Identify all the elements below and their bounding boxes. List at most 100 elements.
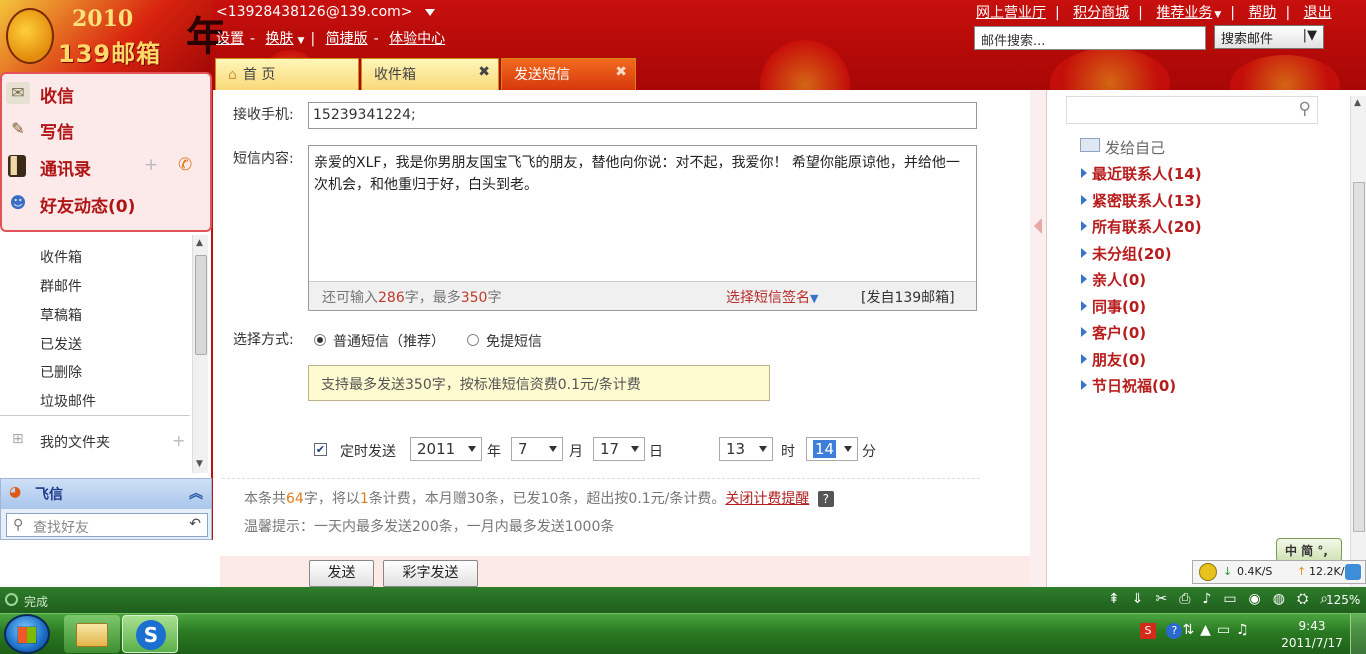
mail-search-input[interactable]: 邮件搜索...	[974, 26, 1206, 50]
free-sms-radio[interactable]	[467, 334, 479, 346]
contact-group-ungrouped[interactable]: 未分组(20)	[1081, 243, 1172, 264]
contact-group-clients[interactable]: 客户(0)	[1080, 322, 1146, 343]
zoom-level[interactable]: 125%	[1326, 593, 1360, 607]
folder-spam[interactable]: 垃圾邮件	[40, 391, 96, 411]
feixin-header[interactable]: ◕ 飞信 ︽	[1, 479, 211, 509]
sms-content-textarea[interactable]: 亲爱的XLF，我是你男朋友国宝飞飞的朋友，替他向你说：对不起，我爱你！ 希望你能…	[308, 145, 977, 311]
help-icon[interactable]: ?	[817, 491, 834, 507]
close-billing-reminder-link[interactable]: 关闭计费提醒	[725, 491, 809, 507]
contact-search-input[interactable]: ⚲	[1066, 96, 1318, 124]
help-link[interactable]: 帮助	[1248, 5, 1276, 21]
user-account[interactable]: <13928438126@139.com>	[216, 4, 435, 20]
scroll-down-icon[interactable]: ▼	[196, 459, 203, 469]
my-folders[interactable]: 我的文件夹	[40, 432, 110, 452]
page-scrollbar[interactable]: ▲	[1350, 96, 1366, 587]
recommend-link[interactable]: 推荐业务	[1156, 5, 1212, 21]
search-icon[interactable]: ⚲	[1299, 99, 1311, 119]
quicknav-contacts[interactable]: ▌ 通讯录 + ✆	[8, 155, 192, 180]
tab-send-sms[interactable]: 发送短信 ✖	[501, 58, 636, 90]
folder-inbox[interactable]: 收件箱	[40, 247, 82, 267]
points-mall-link[interactable]: 积分商城	[1073, 5, 1129, 21]
free-sms-label[interactable]: 免提短信	[486, 331, 542, 351]
year-select[interactable]: 2011	[410, 437, 482, 461]
contact-group-family[interactable]: 亲人(0)	[1080, 269, 1146, 290]
search-mail-button[interactable]: 搜索邮件 |▼	[1214, 25, 1324, 49]
taskbar-explorer[interactable]	[64, 615, 120, 653]
dropdown-arrow-icon	[549, 446, 557, 452]
close-icon[interactable]: ✖	[615, 64, 627, 80]
refresh-icon[interactable]: ↶	[189, 516, 201, 532]
folder-deleted[interactable]: 已删除	[40, 362, 82, 382]
show-desktop-button[interactable]	[1350, 614, 1366, 654]
month-unit: 月	[569, 444, 583, 460]
start-button[interactable]	[4, 614, 50, 654]
quicknav-compose[interactable]: ✎ 写信	[11, 118, 74, 143]
taskbar-browser[interactable]: S	[122, 615, 178, 653]
folder-list: 收件箱 群邮件 草稿箱 已发送 已删除 垃圾邮件 ⊞ 我的文件夹 +	[0, 235, 192, 473]
scroll-thumb[interactable]	[195, 255, 207, 355]
scroll-up-icon[interactable]: ▲	[196, 238, 203, 248]
phone-icon[interactable]: ✆	[178, 155, 192, 175]
quicknav-inbox[interactable]: ✉ 收信	[6, 82, 74, 107]
close-icon[interactable]: ✖	[478, 64, 490, 80]
online-office-link[interactable]: 网上营业厅	[976, 5, 1046, 21]
tiger-mascot-icon	[6, 8, 54, 64]
month-select[interactable]: 7	[511, 437, 563, 461]
quicknav-friend-updates-label: 好友动态(0)	[40, 197, 136, 217]
send-button[interactable]: 发送	[309, 560, 374, 587]
folder-drafts[interactable]: 草稿箱	[40, 305, 82, 325]
timed-send-checkbox[interactable]: ✔	[314, 443, 327, 456]
color-send-button[interactable]: 彩字发送	[383, 560, 478, 587]
form-divider	[222, 478, 980, 479]
hour-select[interactable]: 13	[719, 437, 773, 461]
dropdown-arrow-icon[interactable]: |▼	[1303, 28, 1317, 43]
normal-sms-label[interactable]: 普通短信（推荐）	[333, 331, 445, 351]
experience-center-link[interactable]: 体验中心	[389, 31, 445, 47]
clock-time: 9:43	[1298, 619, 1326, 633]
minute-select[interactable]: 14	[806, 437, 858, 461]
find-friend-input[interactable]: ⚲ 查找好友 ↶	[6, 513, 208, 537]
add-folder-icon[interactable]: +	[172, 431, 185, 450]
scroll-up-icon[interactable]: ▲	[1354, 98, 1361, 108]
settings-icon[interactable]	[1345, 564, 1361, 580]
send-to-self[interactable]: 发给自己	[1105, 137, 1165, 158]
system-clock[interactable]: 9:43 2011/7/17	[1280, 618, 1344, 652]
add-contact-icon[interactable]: +	[144, 155, 158, 175]
logo-year: 2010	[72, 6, 134, 32]
expand-icon[interactable]: ⊞	[12, 431, 24, 447]
select-signature-link[interactable]: 选择短信签名▼	[726, 287, 818, 307]
scroll-thumb[interactable]	[1353, 182, 1365, 532]
collapse-icon[interactable]: ︽	[189, 483, 203, 503]
simple-version-link[interactable]: 简捷版	[326, 31, 368, 47]
ime-indicator[interactable]: 中 简 °,	[1276, 538, 1342, 562]
contact-group-colleagues[interactable]: 同事(0)	[1080, 296, 1146, 317]
sidebar-scrollbar[interactable]: ▲ ▼	[192, 235, 208, 473]
collapse-arrow-icon[interactable]	[1034, 218, 1042, 234]
sms-content-text[interactable]: 亲爱的XLF，我是你男朋友国宝飞飞的朋友，替他向你说：对不起，我爱你！ 希望你能…	[314, 152, 969, 196]
folder-sent[interactable]: 已发送	[40, 334, 82, 354]
quicknav-friend-updates[interactable]: ☻ 好友动态(0)	[10, 192, 136, 217]
panel-splitter[interactable]	[1030, 90, 1046, 587]
day-select[interactable]: 17	[593, 437, 645, 461]
skin-link[interactable]: 换肤	[266, 31, 294, 47]
network-icon[interactable]	[1199, 563, 1217, 581]
logout-link[interactable]: 退出	[1304, 5, 1332, 21]
folder-group-mail[interactable]: 群邮件	[40, 276, 82, 296]
contact-group-all[interactable]: 所有联系人(20)	[1081, 216, 1202, 237]
status-tool-icons[interactable]: ⇞⇓✂⎙♪▭◉◍⛭⌕	[1108, 591, 1340, 607]
normal-sms-radio[interactable]	[314, 334, 326, 346]
contact-group-close[interactable]: 紧密联系人(13)	[1081, 190, 1202, 211]
contact-group-friends[interactable]: 朋友(0)	[1080, 349, 1146, 370]
timed-send-label[interactable]: 定时发送	[340, 441, 396, 461]
contact-group-holiday[interactable]: 节日祝福(0)	[1080, 375, 1176, 396]
tab-send-sms-label: 发送短信	[514, 67, 570, 83]
tray-icons[interactable]: S ? ⇅▲▭♫	[1140, 622, 1255, 639]
month-value: 7	[518, 440, 528, 458]
tab-home[interactable]: ⌂ 首 页	[215, 58, 359, 90]
chevron-down-icon[interactable]	[424, 8, 435, 16]
tab-inbox[interactable]: 收件箱 ✖	[361, 58, 499, 90]
user-icon: ☻	[9, 193, 27, 212]
settings-link[interactable]: 设置	[216, 31, 244, 47]
contact-group-recent[interactable]: 最近联系人(14)	[1081, 163, 1202, 184]
recipient-phone-input[interactable]: 15239341224;	[308, 102, 977, 129]
